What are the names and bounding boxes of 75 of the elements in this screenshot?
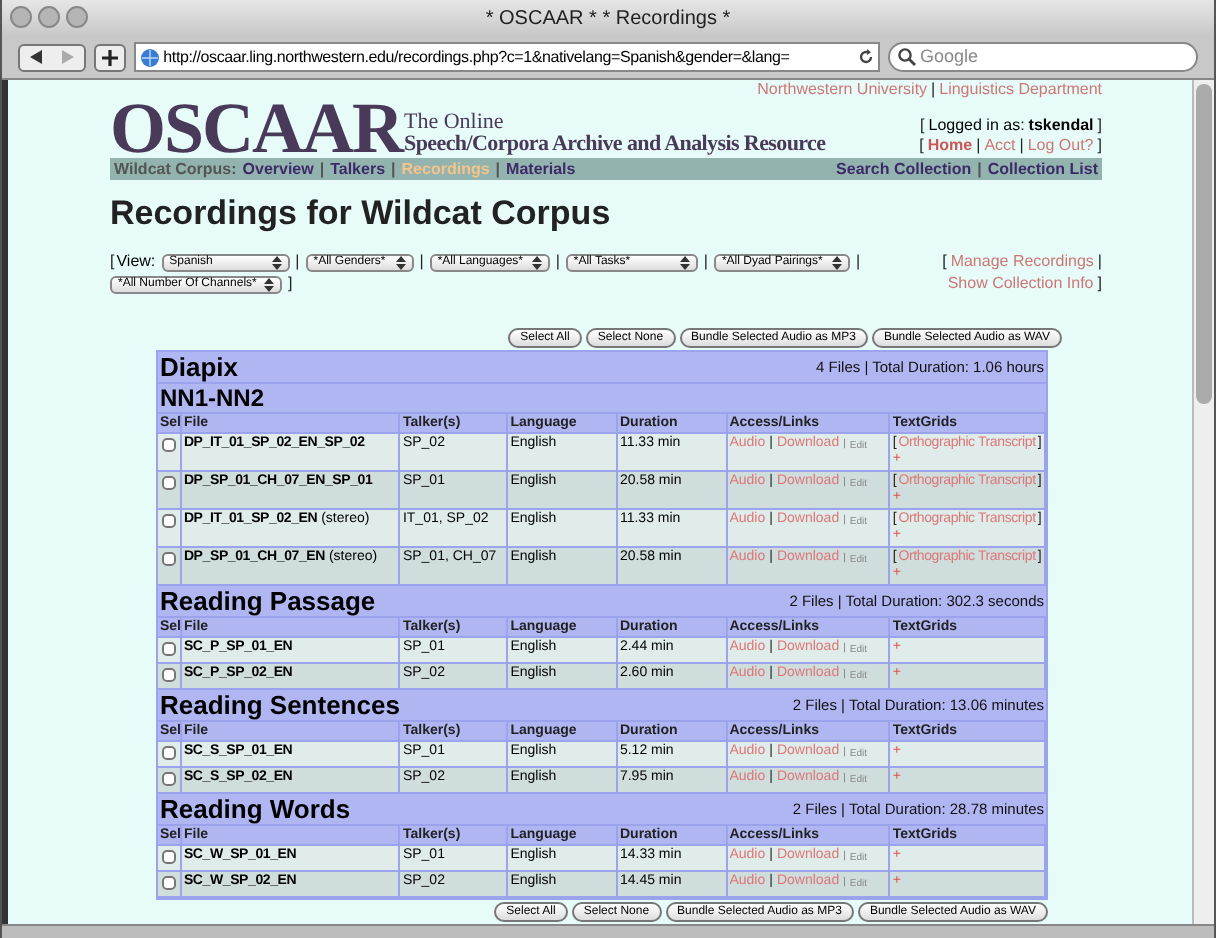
- close-icon[interactable]: [10, 6, 32, 28]
- separator: [: [942, 252, 947, 273]
- separator: ]: [1097, 136, 1102, 156]
- separator: |: [319, 157, 325, 181]
- separator: ]: [1097, 116, 1102, 136]
- back-forward-buttons[interactable]: [18, 43, 86, 71]
- section-title: Diapix: [160, 352, 239, 382]
- search-icon: [898, 48, 917, 66]
- separator: |: [495, 157, 501, 181]
- plus-icon: [101, 49, 118, 65]
- account-link[interactable]: Log Out?: [1027, 136, 1094, 156]
- link[interactable]: Manage Recordings: [950, 252, 1094, 273]
- view-label: View:: [116, 252, 156, 272]
- nav-link[interactable]: Collection List: [987, 157, 1098, 181]
- row-checkbox[interactable]: [161, 850, 176, 864]
- separator: |: [977, 157, 982, 181]
- separator: |: [419, 252, 424, 272]
- nav-link[interactable]: Search Collection: [836, 157, 972, 181]
- login-label: Logged in as:: [928, 116, 1025, 136]
- row-checkbox[interactable]: [161, 876, 176, 890]
- zoom-icon[interactable]: [66, 6, 88, 28]
- nav-label: Wildcat Corpus:: [114, 157, 237, 181]
- row-checkbox[interactable]: [161, 552, 176, 566]
- account-link[interactable]: Acct: [984, 136, 1016, 156]
- stepper-icon: [264, 277, 274, 291]
- search-input[interactable]: Google: [920, 43, 1161, 71]
- row-checkbox[interactable]: [161, 668, 176, 682]
- separator: |: [555, 252, 560, 272]
- row-checkbox[interactable]: [161, 514, 176, 528]
- row-checkbox[interactable]: [161, 476, 176, 490]
- account-link[interactable]: Home: [927, 136, 973, 156]
- section-title: Reading Passage: [160, 586, 376, 616]
- stepper-icon: [395, 255, 406, 269]
- add-bookmark-button[interactable]: [93, 43, 126, 71]
- separator: |: [391, 157, 396, 181]
- back-icon[interactable]: [29, 50, 42, 64]
- row-checkbox[interactable]: [161, 438, 176, 452]
- separator: |: [295, 252, 300, 272]
- nav-link[interactable]: Talkers: [330, 157, 386, 181]
- tagline: The Online: [404, 112, 506, 134]
- separator: [: [920, 116, 925, 136]
- header-link[interactable]: Linguistics Department: [939, 80, 1102, 100]
- separator: |: [1097, 252, 1102, 273]
- separator: |: [1019, 136, 1024, 156]
- search-field[interactable]: Google: [888, 42, 1198, 72]
- row-checkbox[interactable]: [161, 772, 176, 786]
- username: tskendal: [1028, 116, 1094, 136]
- separator: ]: [288, 274, 293, 294]
- separator: ]: [1097, 273, 1102, 294]
- page-title: Recordings for Wildcat Corpus: [110, 194, 613, 234]
- separator: |: [703, 252, 708, 272]
- link[interactable]: Show Collection Info: [947, 273, 1094, 294]
- separator: [: [919, 136, 924, 156]
- logo: OSCAAR: [110, 100, 403, 156]
- stepper-icon: [271, 255, 282, 269]
- header-link[interactable]: Northwestern University: [757, 80, 928, 100]
- separator: |: [931, 80, 936, 100]
- nav-link[interactable]: Materials: [506, 157, 576, 181]
- scroll-bar[interactable]: [1192, 80, 1214, 924]
- nav-link[interactable]: Overview: [242, 157, 314, 181]
- stepper-icon: [531, 255, 542, 269]
- window-title: * OSCAAR * * Recordings *: [485, 5, 731, 33]
- tagline: Speech/Corpora Archive and Analysis Resource: [404, 134, 826, 156]
- section-title: Reading Words: [160, 794, 351, 824]
- row-checkbox[interactable]: [161, 642, 176, 656]
- section-title: Reading Sentences: [160, 690, 400, 720]
- separator: |: [855, 252, 861, 272]
- stepper-icon: [831, 255, 842, 269]
- stepper-icon: [679, 255, 690, 269]
- minimize-icon[interactable]: [38, 6, 60, 28]
- row-checkbox[interactable]: [161, 746, 176, 760]
- separator: [: [110, 252, 115, 272]
- scroll-thumb[interactable]: [1196, 84, 1212, 404]
- group-title: NN1-NN2: [158, 384, 1046, 414]
- separator: |: [976, 136, 981, 156]
